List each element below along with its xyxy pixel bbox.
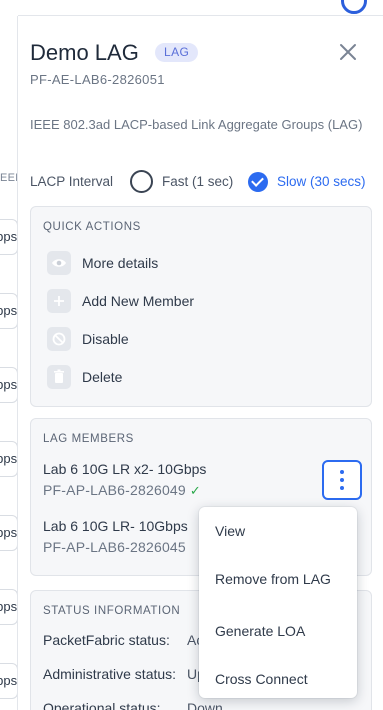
more-details-action[interactable]: More details [47, 250, 158, 276]
background-top-bar [0, 0, 383, 16]
lacp-slow-radio[interactable] [248, 172, 268, 192]
lag-description: IEEE 802.3ad LACP-based Link Aggregate G… [30, 117, 363, 132]
disable-action[interactable]: Disable [47, 326, 129, 352]
add-new-member-label: Add New Member [82, 293, 195, 309]
member-name: Lab 6 10G LR- 10Gbps [43, 518, 188, 534]
menu-item-remove-from-lag[interactable]: Remove from LAG [215, 571, 331, 587]
user-avatar[interactable] [341, 0, 367, 14]
background-column-label: EED [0, 172, 18, 184]
background-table-row[interactable]: Gbps [0, 219, 18, 255]
quick-actions-heading: QUICK ACTIONS [43, 221, 141, 233]
lacp-fast-label[interactable]: Fast (1 sec) [162, 174, 233, 189]
status-information-heading: STATUS INFORMATION [43, 605, 181, 617]
kebab-dot [340, 478, 344, 482]
menu-item-generate-loa[interactable]: Generate LOA [215, 623, 305, 639]
background-table-row[interactable]: Gbps [0, 663, 18, 699]
kebab-dot [340, 470, 344, 474]
trash-icon [47, 365, 71, 389]
background-table-row[interactable]: Gbps [0, 441, 18, 477]
eye-icon [47, 251, 71, 275]
disable-label: Disable [82, 331, 129, 347]
menu-item-cross-connect[interactable]: Cross Connect [215, 671, 308, 687]
packetfabric-status-label: PacketFabric status: [43, 632, 170, 648]
close-icon [340, 44, 356, 60]
administrative-status-label: Administrative status: [43, 666, 177, 682]
type-badge: LAG [155, 43, 199, 62]
background-table-row[interactable]: Gbps [0, 367, 18, 403]
background-table-row[interactable]: Gbps [0, 589, 18, 625]
drawer-title: Demo LAG [30, 40, 139, 65]
member-id: PF-AP-LAB6-2826045 [43, 539, 186, 555]
delete-label: Delete [82, 369, 123, 385]
delete-action[interactable]: Delete [47, 364, 122, 390]
ban-icon [47, 327, 71, 351]
lag-id: PF-AE-LAB6-2826051 [30, 72, 165, 87]
member-context-menu: View Remove from LAG Generate LOA Cross … [199, 507, 357, 698]
background-table-row[interactable]: Gbps [0, 515, 18, 551]
quick-actions-card: QUICK ACTIONS More details Add New Membe… [30, 206, 372, 407]
plus-icon [47, 289, 71, 313]
operational-status-value: Down [187, 700, 223, 710]
close-button[interactable] [336, 40, 360, 64]
lacp-interval-label: LACP Interval [30, 174, 114, 189]
more-details-label: More details [82, 255, 159, 271]
background-table-row[interactable]: Gbps [0, 293, 18, 329]
check-icon: ✓ [189, 483, 201, 498]
lag-members-heading: LAG MEMBERS [43, 433, 134, 445]
operational-status-label: Operational status: [43, 700, 161, 710]
background-page: EED Gbps Gbps Gbps Gbps Gbps Gbps Gbps [0, 0, 18, 710]
kebab-dot [340, 486, 344, 490]
add-new-member-action[interactable]: Add New Member [47, 288, 194, 314]
lacp-slow-label[interactable]: Slow (30 secs) [277, 174, 366, 189]
member-name: Lab 6 10G LR x2- 10Gbps [43, 461, 207, 477]
lacp-fast-radio[interactable] [130, 170, 153, 193]
member-actions-menu-button[interactable] [322, 460, 362, 500]
member-id: PF-AP-LAB6-2826049 ✓ [43, 482, 201, 498]
menu-item-view[interactable]: View [215, 523, 245, 539]
